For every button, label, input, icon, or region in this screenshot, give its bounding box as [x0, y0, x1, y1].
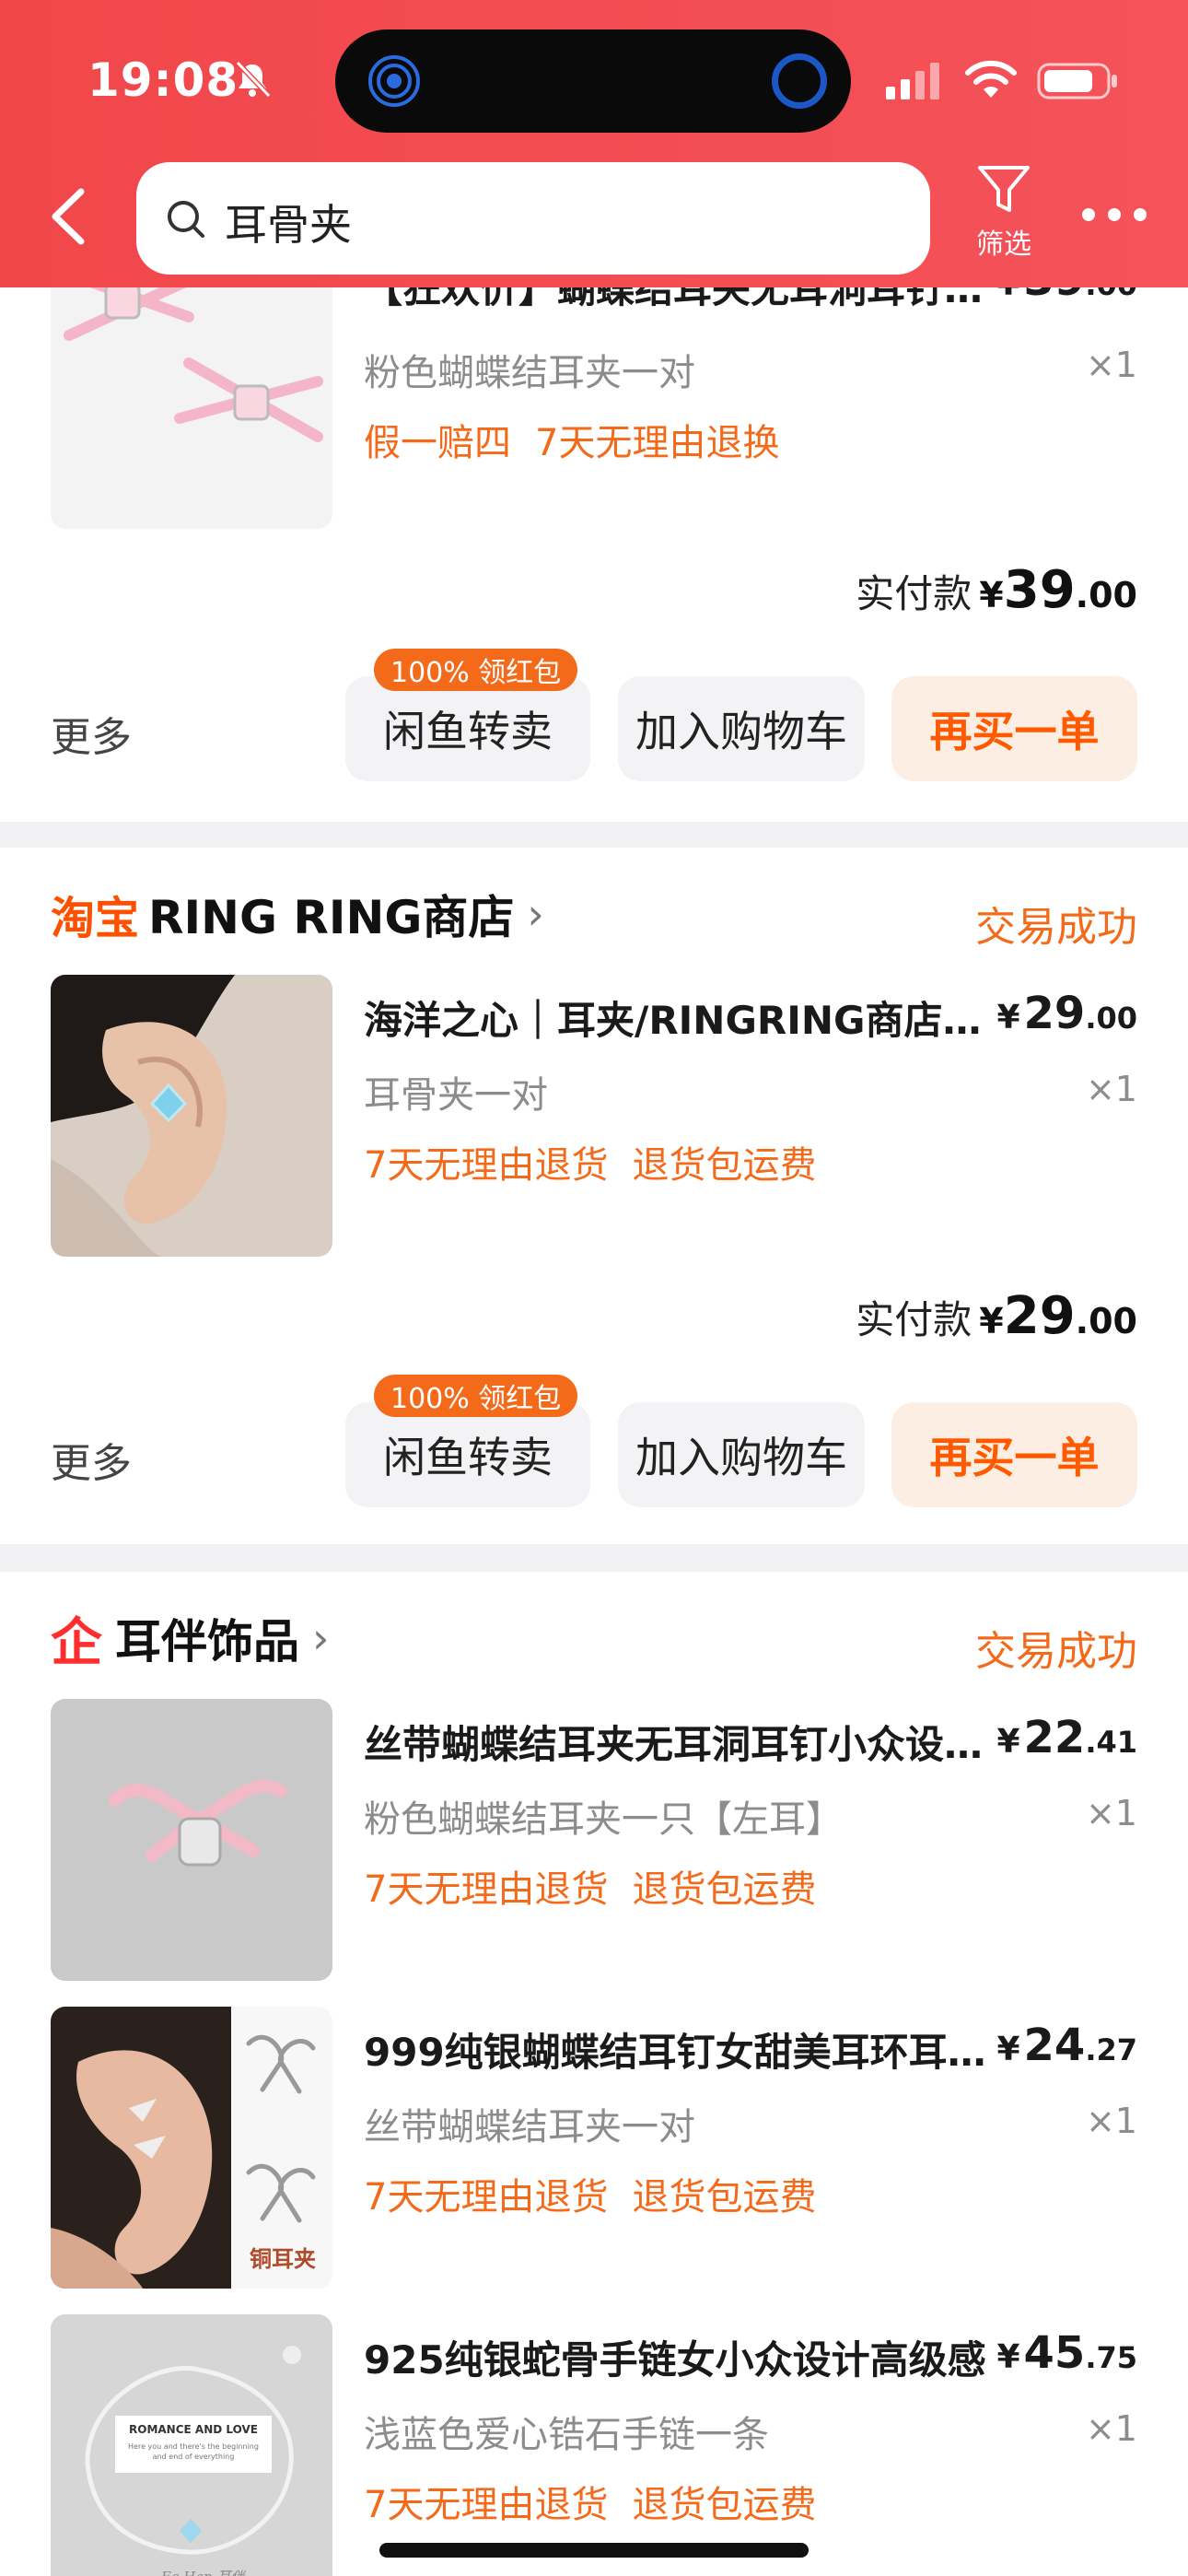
- add-to-cart-button[interactable]: 加入购物车: [618, 1402, 865, 1507]
- card-text: ROMANCE AND LOVE: [129, 2423, 258, 2436]
- item-title[interactable]: 925纯银蛇骨手链女小众设计高级感: [364, 2329, 990, 2385]
- brand-mark: Ec Han 耳伴: [161, 2567, 245, 2576]
- shop-name: 耳伴饰品: [115, 1615, 299, 1669]
- tag: 退货包运费: [632, 1868, 817, 1911]
- more-link[interactable]: 更多: [51, 1430, 132, 1489]
- item-price: ¥29.00: [996, 988, 1137, 1039]
- item-quantity: ×1: [1085, 1069, 1137, 1109]
- taobao-logo: 淘宝: [51, 893, 140, 944]
- item-tags: 7天无理由退货 退货包运费: [364, 2475, 816, 2528]
- item-spec: 耳骨夹一对: [364, 1074, 548, 1117]
- search-icon: [168, 201, 204, 238]
- order-status: 交易成功: [975, 1628, 1137, 1675]
- coupon-badge: 100% 领红包: [374, 649, 578, 691]
- item-price: ¥45.75: [996, 2327, 1137, 2379]
- tag: 7天无理由退货: [364, 1144, 609, 1187]
- shop-name: RING RING商店: [148, 891, 515, 944]
- cellular-signal-icon: [886, 63, 939, 100]
- search-input[interactable]: 耳骨夹: [136, 162, 930, 275]
- battery-icon: [1037, 63, 1117, 100]
- item-spec: 粉色蝴蝶结耳夹一对: [364, 352, 695, 394]
- item-tags: 假一赔四 7天无理由退换: [364, 413, 779, 466]
- home-indicator[interactable]: [379, 2543, 809, 2558]
- item-price: ¥24.27: [996, 2020, 1137, 2071]
- thumbnail-badge: 铜耳夹: [250, 2246, 316, 2272]
- more-link[interactable]: 更多: [51, 704, 132, 763]
- order-status: 交易成功: [975, 904, 1137, 951]
- paid-amount: 实付款 ¥ 39 .00: [856, 560, 1137, 620]
- bell-muted-icon: [235, 60, 272, 99]
- product-thumbnail[interactable]: 铜耳夹: [51, 2007, 332, 2289]
- filter-funnel-icon: [978, 166, 1030, 212]
- tag: 退货包运费: [632, 1144, 817, 1187]
- coupon-badge: 100% 领红包: [374, 1375, 578, 1417]
- product-thumbnail[interactable]: ROMANCE AND LOVE Here you and there's th…: [51, 2314, 332, 2576]
- ear-model-photo: [51, 975, 332, 1257]
- product-thumbnail[interactable]: [51, 975, 332, 1257]
- airplay-icon: [368, 55, 420, 107]
- wifi-icon: [965, 60, 1017, 98]
- product-thumbnail[interactable]: [51, 252, 332, 529]
- filter-label: 筛选: [976, 228, 1031, 261]
- chevron-right-icon: ›: [312, 1613, 330, 1663]
- search-query: 耳骨夹: [225, 200, 352, 250]
- enterprise-shop-logo: 企: [51, 1612, 102, 1673]
- tag: 退货包运费: [632, 2176, 817, 2219]
- ribbon-bow-earclip-photo: [51, 1699, 332, 1981]
- order-card: 企 耳伴饰品 › 交易成功 丝带蝴蝶结耳夹无耳洞耳钉小众设计感 ¥22.41 粉…: [0, 1572, 1188, 2576]
- chevron-right-icon: ›: [527, 889, 544, 939]
- back-button[interactable]: [44, 184, 96, 249]
- item-spec: 丝带蝴蝶结耳夹一对: [364, 2106, 695, 2149]
- resell-button[interactable]: 闲鱼转卖: [345, 676, 590, 781]
- dynamic-island: [335, 29, 851, 133]
- status-time: 19:08: [87, 53, 239, 107]
- item-spec: 浅蓝色爱心锆石手链一条: [364, 2414, 769, 2456]
- item-title[interactable]: 丝带蝴蝶结耳夹无耳洞耳钉小众设计感: [364, 1714, 990, 1770]
- item-tags: 7天无理由退货 退货包运费: [364, 1859, 816, 1913]
- order-card: 【狂欢价】蝴蝶结耳夹无耳洞耳钉小众设计 ¥39.00 粉色蝴蝶结耳夹一对 ×1 …: [0, 252, 1188, 822]
- rebuy-button[interactable]: 再买一单: [891, 676, 1137, 781]
- product-thumbnail[interactable]: [51, 1699, 332, 1981]
- item-quantity: ×1: [1085, 1793, 1137, 1833]
- item-quantity: ×1: [1085, 2101, 1137, 2141]
- tag: 7天无理由退货: [364, 1868, 609, 1911]
- add-to-cart-button[interactable]: 加入购物车: [618, 676, 865, 781]
- shop-header[interactable]: 淘宝 RING RING商店 ›: [51, 877, 544, 951]
- tag: 7天无理由退货: [364, 2484, 609, 2526]
- tag: 退货包运费: [632, 2484, 817, 2526]
- resell-button[interactable]: 闲鱼转卖: [345, 1402, 590, 1507]
- paid-amount: 实付款 ¥ 29 .00: [856, 1286, 1137, 1346]
- tag: 7天无理由退货: [364, 2176, 609, 2219]
- order-card: 淘宝 RING RING商店 › 交易成功 海洋之心｜耳夹/RINGRING商店…: [0, 848, 1188, 1544]
- tag: 假一赔四: [364, 422, 511, 464]
- activity-ring-icon: [772, 53, 827, 109]
- more-options-button[interactable]: [1079, 201, 1149, 228]
- item-spec: 粉色蝴蝶结耳夹一只【左耳】: [364, 1798, 843, 1841]
- item-quantity: ×1: [1085, 2408, 1137, 2449]
- shop-header[interactable]: 企 耳伴饰品 ›: [51, 1601, 329, 1675]
- app-header: 19:08 耳骨夹 筛选: [0, 0, 1188, 287]
- item-title[interactable]: 999纯银蝴蝶结耳钉女甜美耳环耳骨夹: [364, 2021, 990, 2078]
- tag: 7天无理由退换: [535, 422, 780, 464]
- item-tags: 7天无理由退货 退货包运费: [364, 2167, 816, 2220]
- item-tags: 7天无理由退货 退货包运费: [364, 1135, 816, 1188]
- filter-button[interactable]: 筛选: [967, 164, 1041, 275]
- item-title[interactable]: 海洋之心｜耳夹/RINGRING商店原创设计: [364, 989, 990, 1046]
- item-price: ¥22.41: [996, 1712, 1137, 1763]
- item-quantity: ×1: [1085, 345, 1137, 385]
- rebuy-button[interactable]: 再买一单: [891, 1402, 1137, 1507]
- card-subtext: Here you and there's the beginning and e…: [128, 2442, 259, 2461]
- pink-bow-earclip-image: [54, 265, 323, 442]
